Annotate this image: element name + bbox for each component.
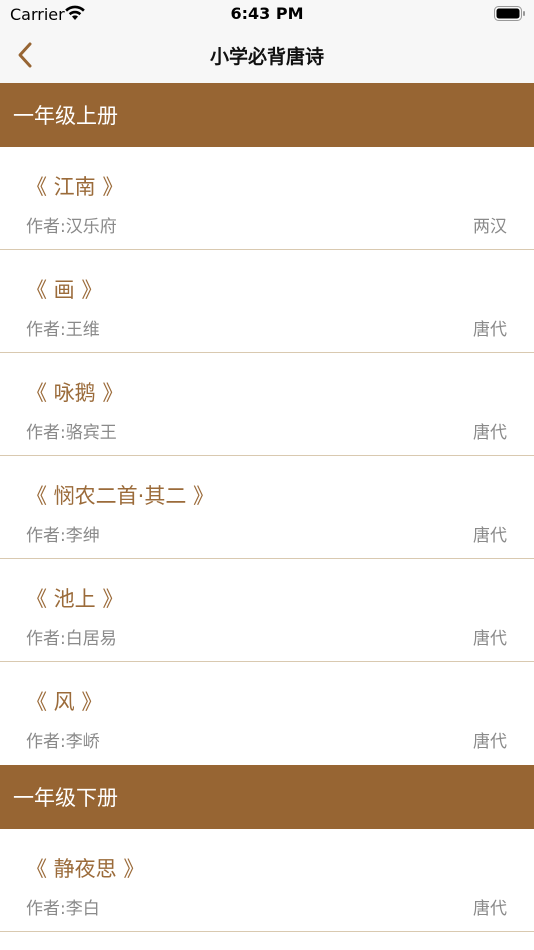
page-title: 小学必背唐诗 xyxy=(209,46,324,68)
poem-author: 作者:李峤 xyxy=(26,732,100,752)
poem-title: 《 悯农二首·其二 》 xyxy=(26,484,215,508)
poem-row[interactable]: 《 江南 》 作者:汉乐府 两汉 xyxy=(0,147,534,250)
poem-title: 《 画 》 xyxy=(26,278,103,302)
poem-author: 作者:王维 xyxy=(26,320,100,340)
poem-row[interactable]: 《 咏鹅 》 作者:骆宾王 唐代 xyxy=(0,353,534,456)
battery-icon xyxy=(494,6,525,21)
poem-dynasty: 唐代 xyxy=(473,423,507,443)
section-title: 一年级上册 xyxy=(13,104,118,128)
poem-list[interactable]: 一年级上册 《 江南 》 作者:汉乐府 两汉 《 画 》 作者:王维 唐代 《 … xyxy=(0,83,534,932)
section-header: 一年级上册 xyxy=(0,83,534,147)
navigation-bar: 小学必背唐诗 xyxy=(0,30,534,83)
poem-dynasty: 唐代 xyxy=(473,732,507,752)
poem-dynasty: 唐代 xyxy=(473,526,507,546)
poem-row[interactable]: 《 静夜思 》 作者:李白 唐代 xyxy=(0,829,534,932)
poem-row[interactable]: 《 池上 》 作者:白居易 唐代 xyxy=(0,559,534,662)
poem-author: 作者:汉乐府 xyxy=(26,217,117,237)
status-bar: Carrier 6:43 PM xyxy=(0,0,534,30)
status-time: 6:43 PM xyxy=(230,4,304,23)
poem-title: 《 池上 》 xyxy=(26,587,124,611)
poem-row[interactable]: 《 画 》 作者:王维 唐代 xyxy=(0,250,534,353)
section-title: 一年级下册 xyxy=(13,786,118,810)
poem-title: 《 风 》 xyxy=(26,690,103,714)
poem-dynasty: 两汉 xyxy=(473,217,507,237)
poem-dynasty: 唐代 xyxy=(473,320,507,340)
poem-dynasty: 唐代 xyxy=(473,899,507,919)
poem-author: 作者:李白 xyxy=(26,899,100,919)
poem-author: 作者:白居易 xyxy=(26,629,117,649)
poem-row[interactable]: 《 风 》 作者:李峤 唐代 xyxy=(0,662,534,765)
poem-title: 《 江南 》 xyxy=(26,175,124,199)
poem-author: 作者:骆宾王 xyxy=(26,423,117,443)
poem-row[interactable]: 《 悯农二首·其二 》 作者:李绅 唐代 xyxy=(0,456,534,559)
poem-title: 《 静夜思 》 xyxy=(26,857,145,881)
poem-author: 作者:李绅 xyxy=(26,526,100,546)
poem-dynasty: 唐代 xyxy=(473,629,507,649)
poem-title: 《 咏鹅 》 xyxy=(26,381,124,405)
section-header: 一年级下册 xyxy=(0,765,534,829)
